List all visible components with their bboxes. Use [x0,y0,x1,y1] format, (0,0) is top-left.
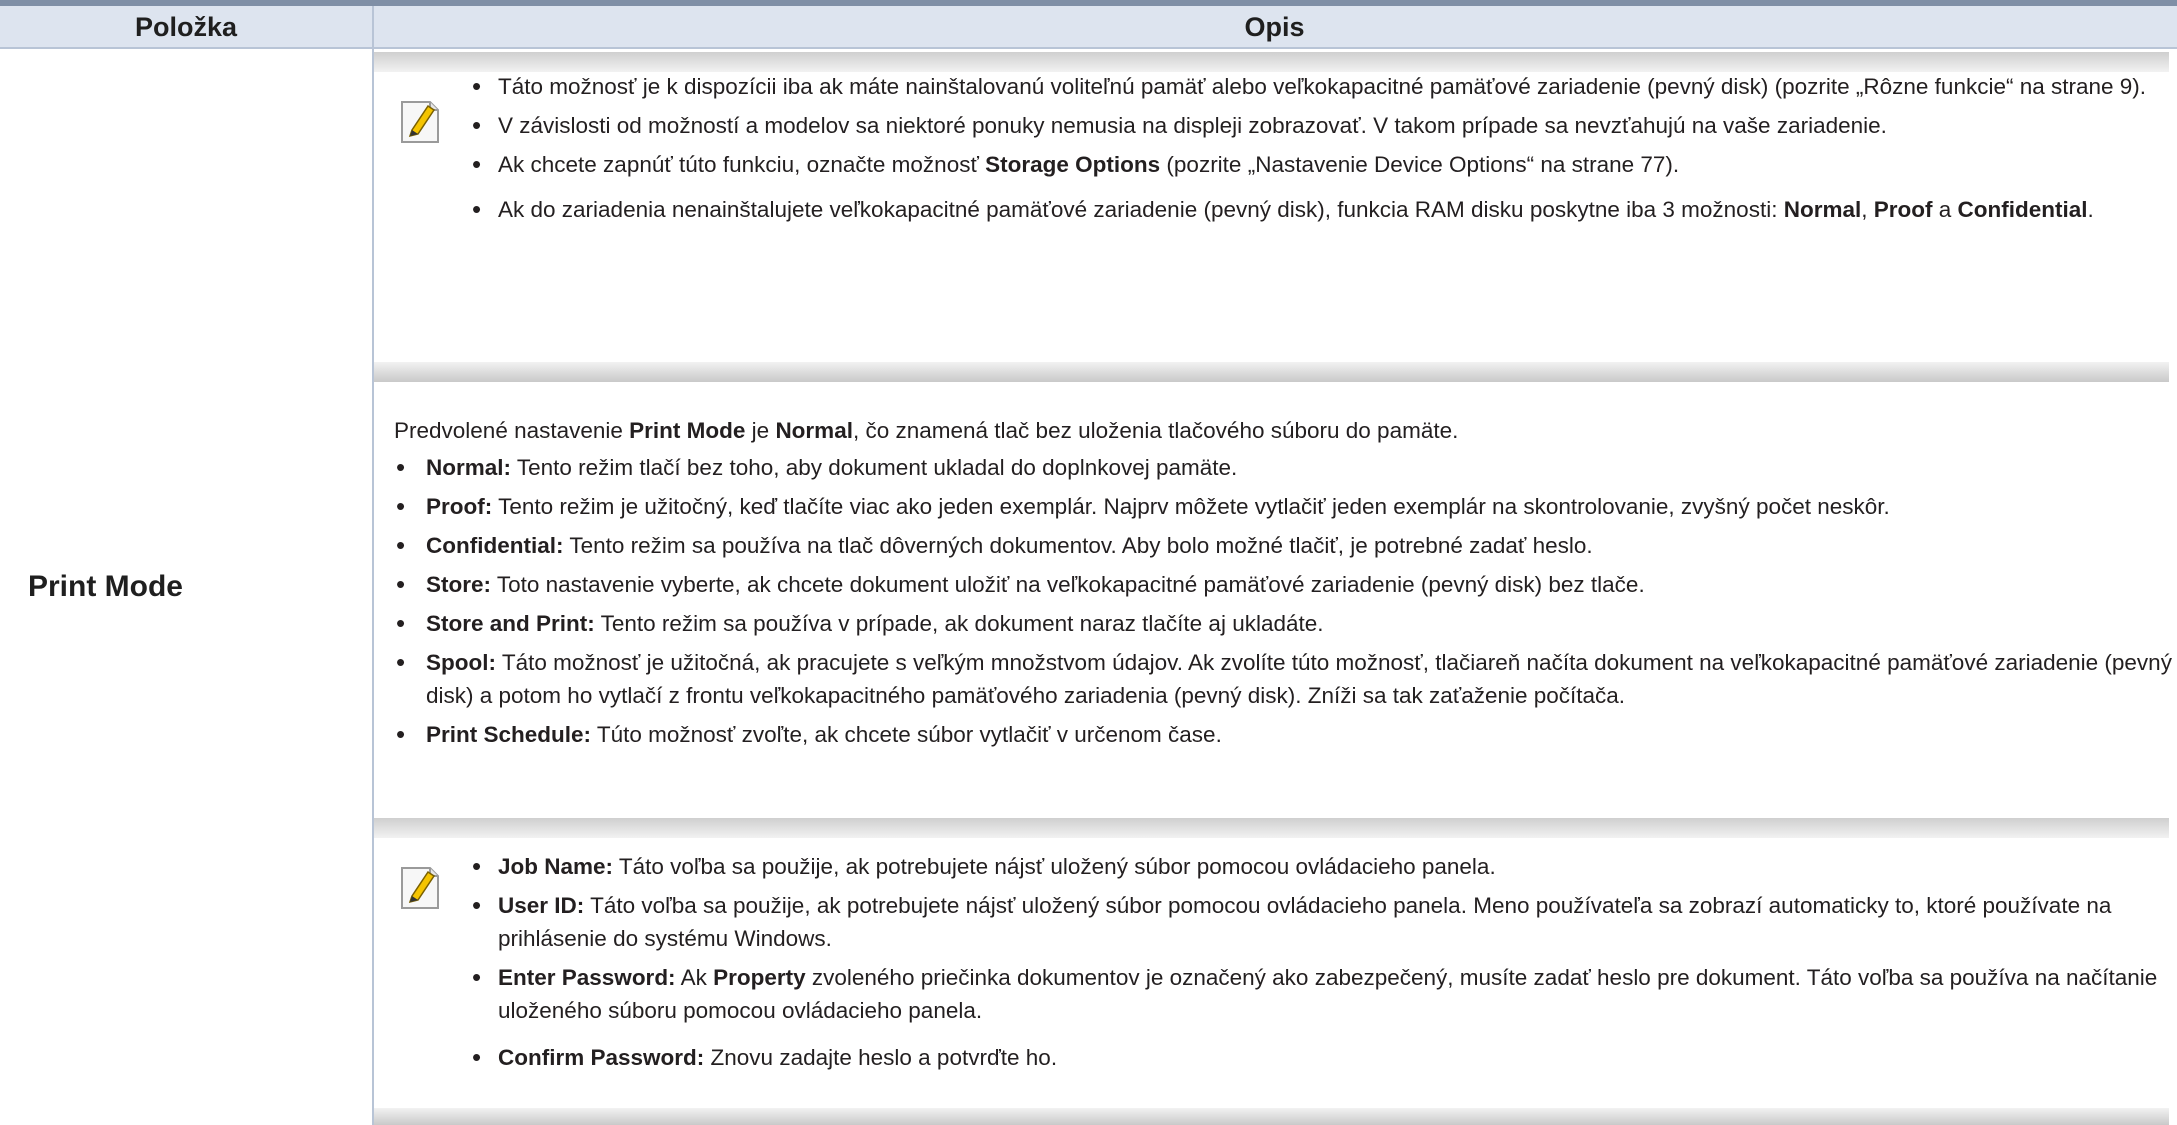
list-item: V závislosti od možností a modelov sa ni… [472,109,2162,142]
note-list: Job Name: Táto voľba sa použije, ak potr… [472,850,2162,1074]
column-header-item: Položka [134,12,238,42]
note-top-bar [374,818,2169,838]
note-list: Táto možnosť je k dispozícii iba ak máte… [472,70,2162,226]
intro-paragraph: Predvolené nastavenie Print Mode je Norm… [394,418,1459,443]
list-item: Ak chcete zapnúť túto funkciu, označte m… [472,148,2162,181]
list-item: Ak do zariadenia nenainštalujete veľkoka… [472,193,2162,226]
list-item: Confidential: Tento režim sa používa na … [394,529,2174,562]
list-item: Confirm Password: Znovu zadajte heslo a … [472,1041,2162,1074]
list-item: Store and Print: Tento režim sa používa … [394,607,2174,640]
note-bottom-bar [374,1108,2169,1125]
list-item: Proof: Tento režim je užitočný, keď tlač… [394,490,2174,523]
list-item: Enter Password: Ak Property zvoleného pr… [472,961,2162,1027]
note-box-job-options: Job Name: Táto voľba sa použije, ak potr… [374,818,2169,1125]
column-header-description: Opis [1244,12,1305,42]
row-item-label: Print Mode [28,570,183,603]
list-item: User ID: Táto voľba sa použije, ak potre… [472,889,2162,955]
note-pencil-icon [401,101,439,143]
list-item: Spool: Táto možnosť je užitočná, ak prac… [394,646,2174,712]
list-item: Normal: Tento režim tlačí bez toho, aby … [394,451,2174,484]
note-top-bar [374,52,2169,72]
list-item: Job Name: Táto voľba sa použije, ak potr… [472,850,2162,883]
mode-list: Normal: Tento režim tlačí bez toho, aby … [394,451,2174,751]
list-item: Táto možnosť je k dispozícii iba ak máte… [472,70,2162,103]
print-mode-description: Predvolené nastavenie Print Mode je Norm… [394,414,2174,757]
note-pencil-icon [401,867,439,909]
list-item: Store: Toto nastavenie vyberte, ak chcet… [394,568,2174,601]
note-bottom-bar [374,362,2169,382]
table-header: Položka Opis [0,6,2177,49]
list-item: Print Schedule: Túto možnosť zvoľte, ak … [394,718,2174,751]
note-box-availability: Táto možnosť je k dispozícii iba ak máte… [374,52,2169,382]
